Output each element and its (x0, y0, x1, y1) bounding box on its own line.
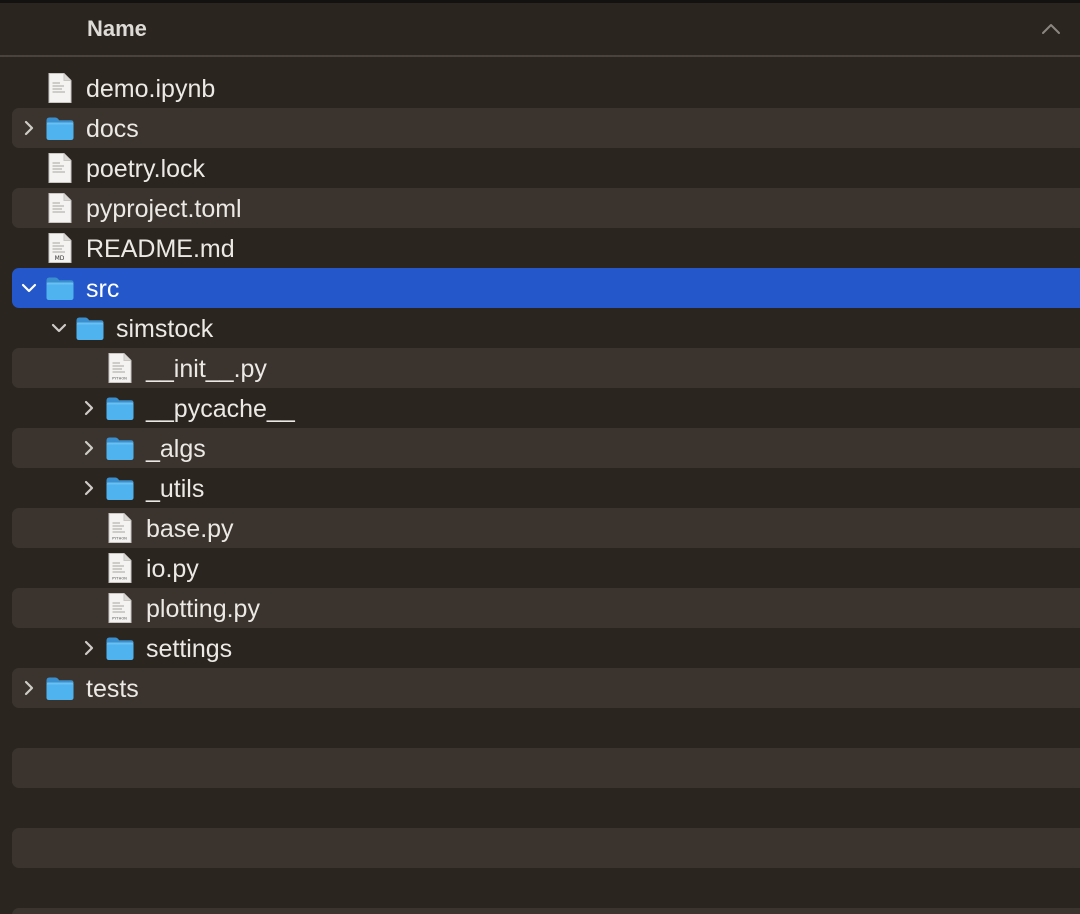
name-column-header[interactable]: Name (87, 16, 147, 42)
disclosure-collapsed-chevron-icon[interactable] (79, 478, 99, 498)
list-item-simstock[interactable]: simstock (0, 308, 1080, 348)
folder-icon (75, 315, 105, 347)
python-file-icon: PYTHON (107, 552, 133, 589)
folder-icon (45, 275, 75, 307)
list-item-io-py[interactable]: PYTHON io.py (0, 548, 1080, 588)
folder-icon (45, 675, 75, 707)
list-item-demo-ipynb[interactable]: demo.ipynb (0, 68, 1080, 108)
file-name-label: plotting.py (146, 595, 260, 623)
file-name-label: docs (86, 115, 139, 143)
document-icon (47, 152, 73, 189)
file-name-label: simstock (116, 315, 214, 343)
list-item-utils[interactable]: _utils (0, 468, 1080, 508)
sort-ascending-chevron-icon[interactable] (1040, 21, 1062, 37)
file-name-label: poetry.lock (86, 155, 206, 183)
markdown-file-icon: MD (47, 232, 73, 269)
file-name-label: pyproject.toml (86, 195, 242, 223)
svg-text:PYTHON: PYTHON (112, 377, 127, 381)
disclosure-collapsed-chevron-icon[interactable] (79, 398, 99, 418)
folder-icon (105, 635, 135, 667)
folder-icon (105, 395, 135, 427)
file-name-label: README.md (86, 235, 235, 263)
python-file-icon: PYTHON (107, 512, 133, 549)
finder-list-view: Name demo.ipynb docs poetry.lock pyproje… (0, 0, 1080, 914)
empty-row (12, 748, 1080, 788)
list-item-algs[interactable]: _algs (12, 428, 1080, 468)
empty-row (12, 908, 1080, 914)
disclosure-expanded-chevron-icon[interactable] (49, 318, 69, 338)
python-file-icon: PYTHON (107, 352, 133, 389)
list-item-init-py[interactable]: PYTHON __init__.py (12, 348, 1080, 388)
empty-row (0, 788, 1080, 828)
document-icon (47, 192, 73, 229)
list-item-tests[interactable]: tests (12, 668, 1080, 708)
list-item-src[interactable]: src (12, 268, 1080, 308)
empty-row (0, 868, 1080, 908)
file-name-label: demo.ipynb (86, 75, 216, 103)
file-name-label: __pycache__ (146, 395, 295, 423)
list-item-base-py[interactable]: PYTHON base.py (12, 508, 1080, 548)
empty-row (0, 708, 1080, 748)
file-name-label: __init__.py (146, 355, 267, 383)
disclosure-collapsed-chevron-icon[interactable] (79, 638, 99, 658)
svg-text:PYTHON: PYTHON (112, 537, 127, 541)
disclosure-collapsed-chevron-icon[interactable] (19, 678, 39, 698)
folder-icon (105, 475, 135, 507)
file-name-label: base.py (146, 515, 234, 543)
svg-text:MD: MD (55, 255, 65, 262)
python-file-icon: PYTHON (107, 592, 133, 629)
column-header[interactable]: Name (0, 3, 1080, 57)
disclosure-expanded-chevron-icon[interactable] (19, 278, 39, 298)
disclosure-collapsed-chevron-icon[interactable] (79, 438, 99, 458)
list-item-poetry-lock[interactable]: poetry.lock (0, 148, 1080, 188)
file-name-label: settings (146, 635, 233, 663)
list-item-plotting-py[interactable]: PYTHON plotting.py (12, 588, 1080, 628)
file-name-label: tests (86, 675, 139, 703)
file-name-label: _algs (146, 435, 206, 463)
folder-icon (45, 115, 75, 147)
list-item-readme-md[interactable]: MD README.md (0, 228, 1080, 268)
file-list: demo.ipynb docs poetry.lock pyproject.to… (0, 68, 1080, 914)
list-item-docs[interactable]: docs (12, 108, 1080, 148)
list-item-settings[interactable]: settings (0, 628, 1080, 668)
document-icon (47, 72, 73, 109)
list-item-pyproject-toml[interactable]: pyproject.toml (12, 188, 1080, 228)
disclosure-collapsed-chevron-icon[interactable] (19, 118, 39, 138)
file-name-label: io.py (146, 555, 199, 583)
empty-row (12, 828, 1080, 868)
file-name-label: _utils (146, 475, 205, 503)
list-item-pycache[interactable]: __pycache__ (0, 388, 1080, 428)
file-name-label: src (86, 275, 120, 303)
svg-text:PYTHON: PYTHON (112, 617, 127, 621)
svg-text:PYTHON: PYTHON (112, 577, 127, 581)
folder-icon (105, 435, 135, 467)
